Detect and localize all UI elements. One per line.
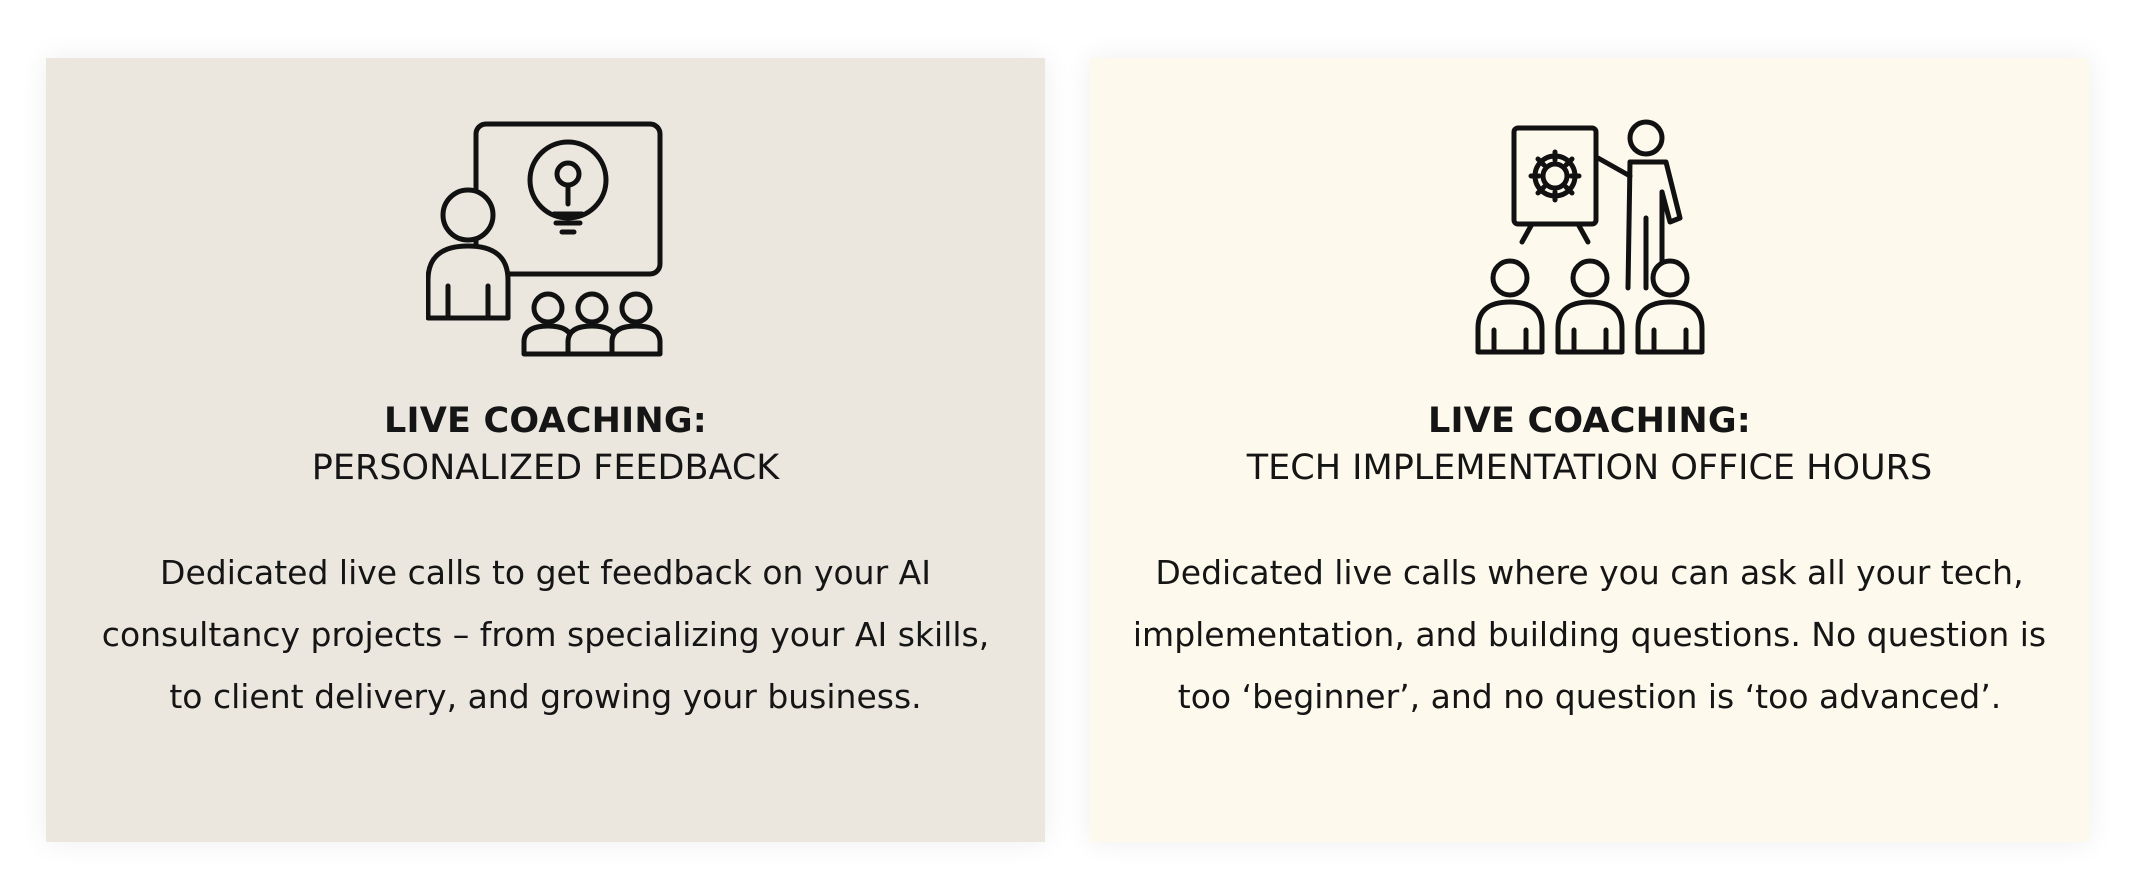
presentation-idea-audience-icon — [46, 118, 1045, 358]
card-title: LIVE COACHING: — [384, 401, 707, 441]
card-description: Dedicated live calls where you can ask a… — [1132, 553, 2047, 716]
coaching-card-feedback: LIVE COACHING: PERSONALIZED FEEDBACK Ded… — [46, 58, 1045, 842]
card-title: LIVE COACHING: — [1428, 401, 1751, 441]
trainer-gear-board-audience-icon — [1090, 118, 2089, 358]
card-description: Dedicated live calls to get feedback on … — [101, 553, 990, 716]
card-subtitle: TECH IMPLEMENTATION OFFICE HOURS — [1246, 448, 1933, 488]
card-subtitle: PERSONALIZED FEEDBACK — [311, 448, 780, 488]
coaching-card-tech-office-hours: LIVE COACHING: TECH IMPLEMENTATION OFFIC… — [1090, 58, 2089, 842]
